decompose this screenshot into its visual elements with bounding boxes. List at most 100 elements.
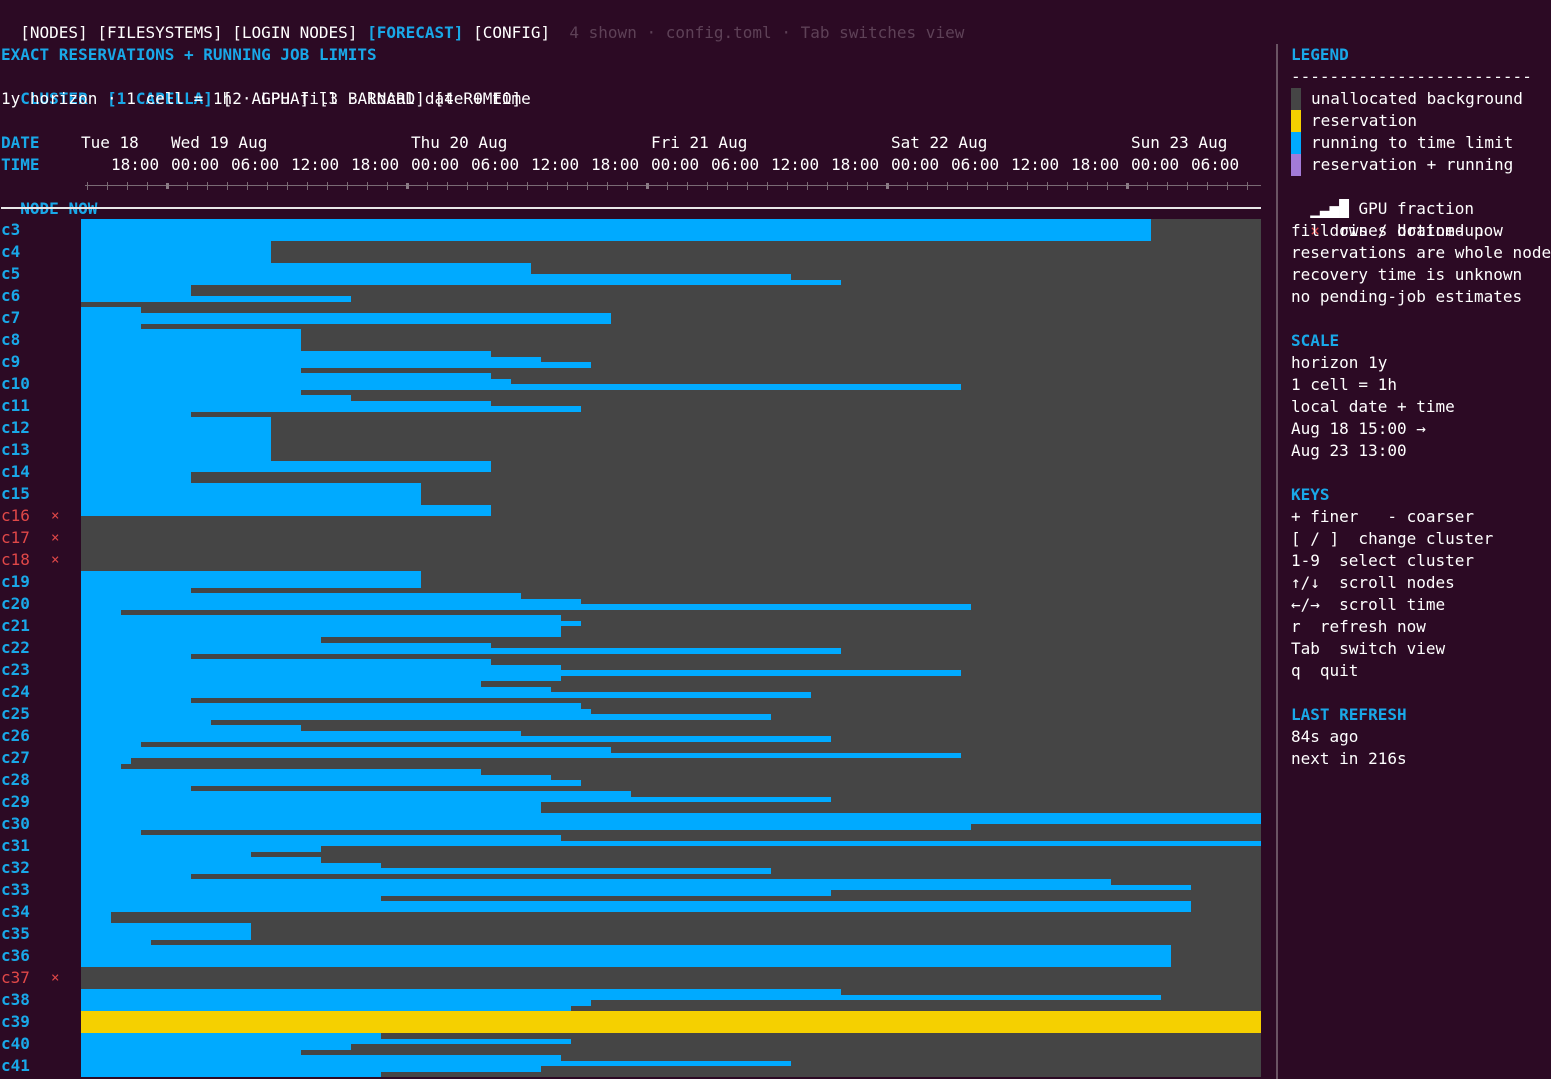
node-timeline-row[interactable]	[81, 681, 1261, 703]
node-label[interactable]: c4	[1, 241, 20, 263]
node-timeline-row[interactable]	[81, 923, 1261, 945]
legend-unallocated: unallocated background	[1311, 89, 1523, 108]
node-timeline-row[interactable]	[81, 1011, 1261, 1033]
node-timeline-row[interactable]	[81, 527, 1261, 549]
node-label[interactable]: c3	[1, 219, 20, 241]
node-label[interactable]: c22	[1, 637, 30, 659]
node-timeline-row[interactable]	[81, 351, 1261, 373]
node-label[interactable]: c19	[1, 571, 30, 593]
ruler-tick	[867, 182, 868, 190]
node-timeline-row[interactable]	[81, 417, 1261, 439]
node-label[interactable]: c32	[1, 857, 30, 879]
node-timeline-row[interactable]	[81, 1055, 1261, 1077]
node-timeline-row[interactable]	[81, 835, 1261, 857]
refresh-title: LAST REFRESH	[1291, 705, 1407, 724]
tab-config[interactable]: [CONFIG]	[473, 23, 550, 42]
node-timeline-row[interactable]	[81, 967, 1261, 989]
node-label[interactable]: c11	[1, 395, 30, 417]
ruler-day-tick	[166, 183, 169, 189]
node-label[interactable]: c10	[1, 373, 30, 395]
node-label[interactable]: c20	[1, 593, 30, 615]
node-timeline-row[interactable]	[81, 505, 1261, 527]
node-label[interactable]: c39	[1, 1011, 30, 1033]
node-label[interactable]: c38	[1, 989, 30, 1011]
node-label[interactable]: c16	[1, 505, 30, 527]
node-label[interactable]: c14	[1, 461, 30, 483]
node-label[interactable]: c28	[1, 769, 30, 791]
legend-rule: -------------------------	[1291, 67, 1532, 86]
node-timeline-row[interactable]	[81, 219, 1261, 241]
node-label[interactable]: c15	[1, 483, 30, 505]
node-timeline-row[interactable]	[81, 373, 1261, 395]
status-hint: 4 shown · config.toml · Tab switches vie…	[569, 23, 965, 42]
node-label[interactable]: c6	[1, 285, 20, 307]
node-timeline-row[interactable]	[81, 725, 1261, 747]
node-label[interactable]: c8	[1, 329, 20, 351]
node-timeline-row[interactable]	[81, 439, 1261, 461]
node-label[interactable]: c40	[1, 1033, 30, 1055]
time-label-item: 12:00	[531, 155, 580, 174]
node-label[interactable]: c7	[1, 307, 20, 329]
tab-nodes[interactable]: [NODES]	[20, 23, 87, 42]
node-label[interactable]: c5	[1, 263, 20, 285]
node-timeline-row[interactable]	[81, 483, 1261, 505]
node-timeline-row[interactable]	[81, 329, 1261, 351]
node-label[interactable]: c24	[1, 681, 30, 703]
key-quit: q quit	[1291, 661, 1359, 680]
node-label[interactable]: c25	[1, 703, 30, 725]
node-label[interactable]: c33	[1, 879, 30, 901]
node-timeline-row[interactable]	[81, 813, 1261, 835]
node-timeline-row[interactable]	[81, 901, 1261, 923]
node-label[interactable]: c23	[1, 659, 30, 681]
ruler-tick	[347, 182, 348, 190]
node-timeline-row[interactable]	[81, 241, 1261, 263]
header-divider	[1, 207, 1261, 209]
ruler-tick	[1147, 182, 1148, 190]
node-label[interactable]: c9	[1, 351, 20, 373]
scale-line: Aug 18 15:00 →	[1291, 419, 1426, 438]
node-timeline-row[interactable]	[81, 791, 1261, 813]
node-timeline-row[interactable]	[81, 1033, 1261, 1055]
node-label[interactable]: c17	[1, 527, 30, 549]
node-timeline-row[interactable]	[81, 263, 1261, 285]
ruler-tick	[767, 182, 768, 190]
node-label[interactable]: c36	[1, 945, 30, 967]
node-timeline-row[interactable]	[81, 615, 1261, 637]
node-label[interactable]: c35	[1, 923, 30, 945]
time-label-item: 00:00	[411, 155, 460, 174]
node-label[interactable]: c26	[1, 725, 30, 747]
node-label[interactable]: c27	[1, 747, 30, 769]
tab-forecast[interactable]: [FORECAST]	[367, 23, 463, 42]
tab-login-nodes[interactable]: [LOGIN NODES]	[232, 23, 357, 42]
node-label[interactable]: c12	[1, 417, 30, 439]
node-timeline-row[interactable]	[81, 945, 1261, 967]
node-timeline-row[interactable]	[81, 703, 1261, 725]
node-timeline-row[interactable]	[81, 637, 1261, 659]
node-timeline-row[interactable]	[81, 461, 1261, 483]
node-label[interactable]: c29	[1, 791, 30, 813]
time-label-item: 00:00	[651, 155, 700, 174]
node-timeline-row[interactable]	[81, 747, 1261, 769]
node-timeline-row[interactable]	[81, 879, 1261, 901]
running-job-bar	[81, 604, 971, 610]
node-timeline-row[interactable]	[81, 307, 1261, 329]
node-timeline-row[interactable]	[81, 659, 1261, 681]
node-label[interactable]: c13	[1, 439, 30, 461]
node-timeline-row[interactable]	[81, 857, 1261, 879]
node-timeline-row[interactable]	[81, 285, 1261, 307]
node-label[interactable]: c37	[1, 967, 30, 989]
tab-filesystems[interactable]: [FILESYSTEMS]	[97, 23, 222, 42]
node-label[interactable]: c41	[1, 1055, 30, 1077]
node-timeline-row[interactable]	[81, 571, 1261, 593]
node-timeline-row[interactable]	[81, 395, 1261, 417]
node-label[interactable]: c34	[1, 901, 30, 923]
date-label-item: Wed 19 Aug	[171, 133, 268, 152]
node-label[interactable]: c18	[1, 549, 30, 571]
node-label[interactable]: c21	[1, 615, 30, 637]
node-timeline-row[interactable]	[81, 593, 1261, 615]
node-timeline-row[interactable]	[81, 989, 1261, 1011]
node-label[interactable]: c31	[1, 835, 30, 857]
node-timeline-row[interactable]	[81, 769, 1261, 791]
node-label[interactable]: c30	[1, 813, 30, 835]
node-timeline-row[interactable]	[81, 549, 1261, 571]
